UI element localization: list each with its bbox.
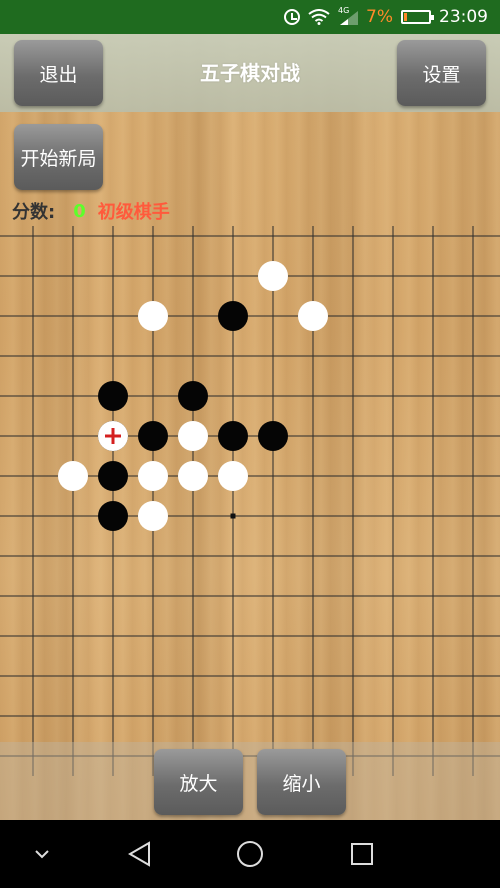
white-stone bbox=[138, 461, 168, 491]
new-game-button[interactable]: 开始新局 bbox=[14, 124, 103, 190]
signal-icon: 4G bbox=[338, 6, 359, 25]
black-stone bbox=[138, 421, 168, 451]
white-stone bbox=[58, 461, 88, 491]
hide-icon[interactable] bbox=[22, 820, 62, 888]
battery-icon bbox=[401, 10, 434, 24]
white-stone bbox=[298, 301, 328, 331]
back-icon[interactable] bbox=[118, 820, 162, 888]
home-icon[interactable] bbox=[228, 820, 272, 888]
exit-button[interactable]: 退出 bbox=[14, 40, 103, 106]
black-stone bbox=[218, 301, 248, 331]
white-stone bbox=[218, 461, 248, 491]
bottom-bar bbox=[0, 742, 500, 820]
white-stone bbox=[258, 261, 288, 291]
alarm-icon bbox=[284, 9, 301, 25]
white-stone bbox=[178, 461, 208, 491]
black-stone bbox=[178, 381, 208, 411]
black-stone bbox=[218, 421, 248, 451]
navigation-bar bbox=[0, 820, 500, 888]
white-stone bbox=[138, 501, 168, 531]
zoom-in-button[interactable]: 放大 bbox=[154, 749, 243, 815]
player-rank: 初级棋手 bbox=[97, 202, 170, 223]
zoom-out-button[interactable]: 缩小 bbox=[257, 749, 346, 815]
score-label: 分数: bbox=[12, 202, 56, 223]
white-stone bbox=[178, 421, 208, 451]
score-value: 0 bbox=[73, 200, 86, 222]
battery-percent: 7% bbox=[366, 7, 393, 27]
settings-button[interactable]: 设置 bbox=[397, 40, 486, 106]
black-stone bbox=[98, 501, 128, 531]
wifi-icon bbox=[308, 9, 330, 25]
status-bar: 4G 7% 23:09 bbox=[0, 0, 500, 34]
black-stone bbox=[98, 461, 128, 491]
black-stone bbox=[98, 381, 128, 411]
board-grid[interactable] bbox=[0, 226, 500, 776]
star-point bbox=[230, 513, 236, 519]
score-row: 分数: 0 初级棋手 bbox=[12, 198, 170, 224]
black-stone bbox=[258, 421, 288, 451]
recent-apps-icon[interactable] bbox=[340, 820, 384, 888]
clock: 23:09 bbox=[439, 7, 488, 27]
white-stone bbox=[138, 301, 168, 331]
game-board[interactable] bbox=[0, 226, 500, 776]
